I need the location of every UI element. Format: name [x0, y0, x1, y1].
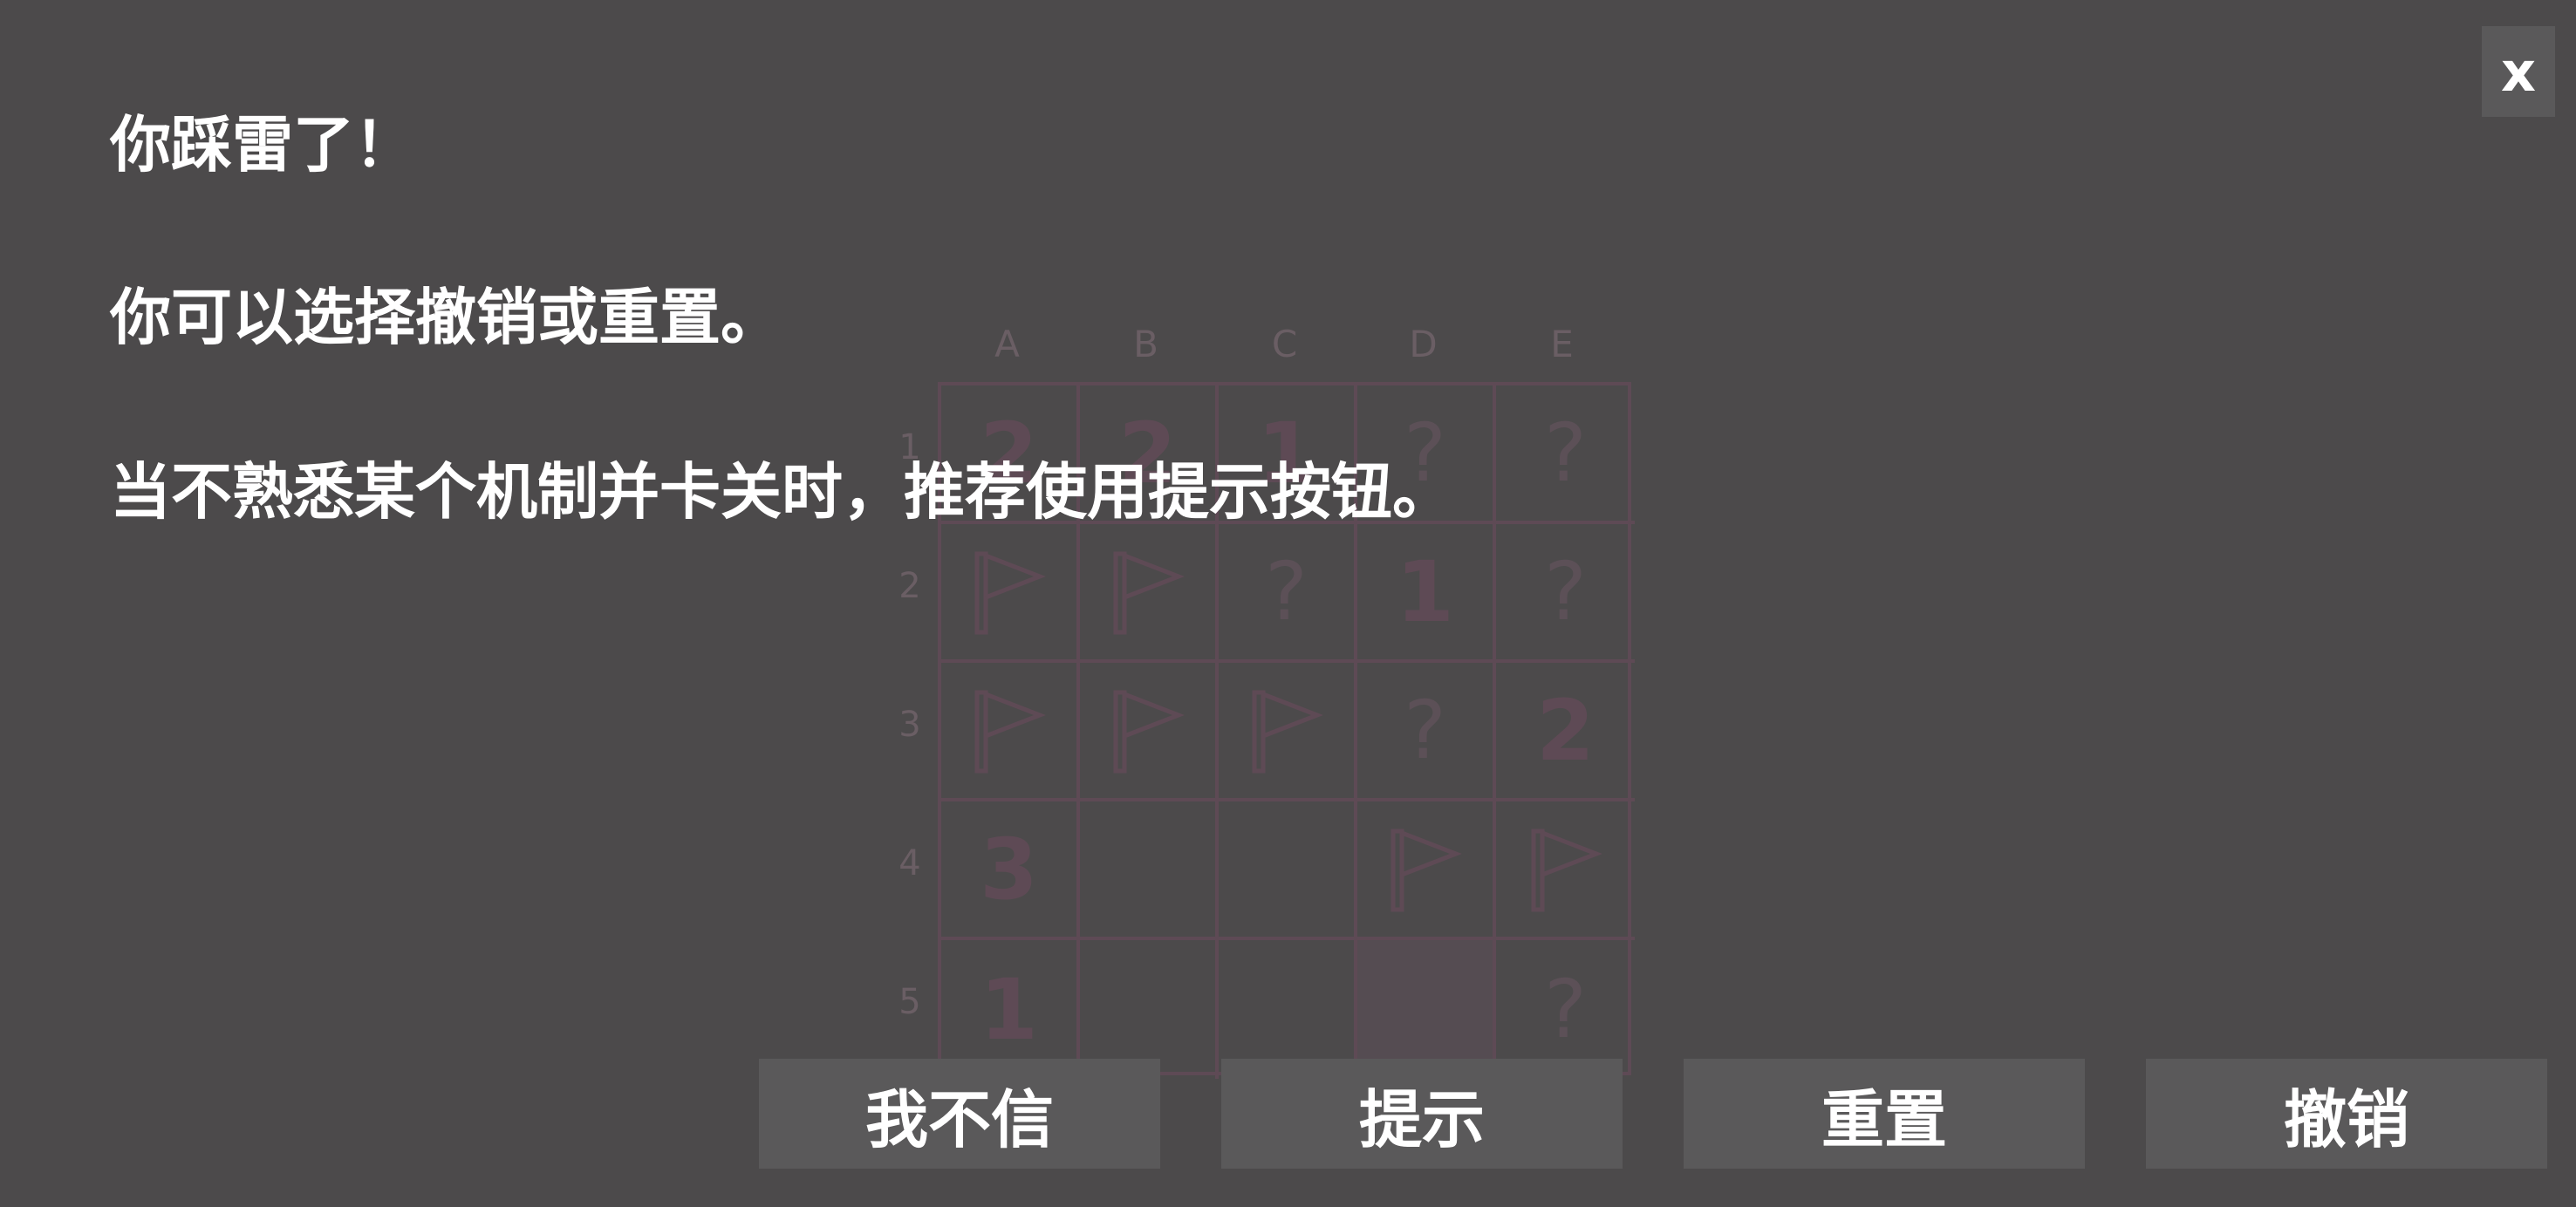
cell-number: 1 [980, 960, 1038, 1059]
flag-icon [974, 551, 1046, 634]
flag-icon [1113, 551, 1185, 634]
unknown-mark: ? [1544, 545, 1587, 638]
game-board: A B C D E 1 2 3 4 5 2 2 1??? 1?? 2 3 1? [872, 323, 1657, 1090]
board-cell-c3 [1219, 663, 1357, 801]
unknown-mark: ? [1544, 963, 1587, 1056]
row-label-3: 3 [899, 705, 921, 745]
flag-icon [1113, 690, 1185, 773]
close-button[interactable]: x [2482, 26, 2555, 117]
undo-button[interactable]: 撤销 [2146, 1059, 2547, 1169]
board-cell-e1: ? [1496, 385, 1635, 524]
column-label-c: C [1271, 323, 1298, 365]
board-cell-c2: ? [1219, 524, 1357, 663]
board-cell-b3 [1080, 663, 1219, 801]
row-label-2: 2 [899, 566, 921, 606]
close-icon: x [2501, 39, 2536, 104]
board-cell-d2: 1 [1357, 524, 1496, 663]
flag-icon [1531, 829, 1602, 911]
unknown-mark: ? [1544, 406, 1587, 500]
reset-button[interactable]: 重置 [1684, 1059, 2085, 1169]
board-cell-a4: 3 [941, 801, 1080, 940]
column-label-d: D [1409, 323, 1438, 365]
unknown-mark: ? [1265, 545, 1308, 638]
cell-number: 2 [1536, 681, 1595, 780]
cell-number: 1 [1396, 542, 1454, 641]
board-cell-c4 [1219, 801, 1357, 940]
column-label-a: A [994, 323, 1020, 365]
column-label-e: E [1550, 323, 1574, 365]
disbelieve-button[interactable]: 我不信 [759, 1059, 1160, 1169]
mine-hit-title: 你踩雷了！ [110, 109, 415, 181]
row-label-4: 4 [899, 843, 921, 883]
unknown-mark: ? [1404, 684, 1446, 777]
board-cell-b4 [1080, 801, 1219, 940]
column-label-b: B [1133, 323, 1158, 365]
board-cell-e2: ? [1496, 524, 1635, 663]
board-cell-a2 [941, 524, 1080, 663]
board-cell-b2 [1080, 524, 1219, 663]
board-cell-a3 [941, 663, 1080, 801]
undo-reset-message: 你可以选择撤销或重置。 [110, 282, 782, 353]
flag-icon [1390, 829, 1462, 911]
board-cell-e4 [1496, 801, 1635, 940]
hint-button[interactable]: 提示 [1221, 1059, 1623, 1169]
board-cell-d4 [1357, 801, 1496, 940]
cell-number: 3 [980, 820, 1038, 918]
flag-icon [1252, 690, 1323, 773]
row-label-5: 5 [899, 982, 921, 1022]
hint-recommendation-message: 当不熟悉某个机制并卡关时，推荐使用提示按钮。 [110, 456, 1453, 528]
flag-icon [974, 690, 1046, 773]
game-screen: A B C D E 1 2 3 4 5 2 2 1??? 1?? 2 3 1? 你踩雷了！ … [0, 0, 2576, 1207]
board-cell-d3: ? [1357, 663, 1496, 801]
board-cell-e3: 2 [1496, 663, 1635, 801]
